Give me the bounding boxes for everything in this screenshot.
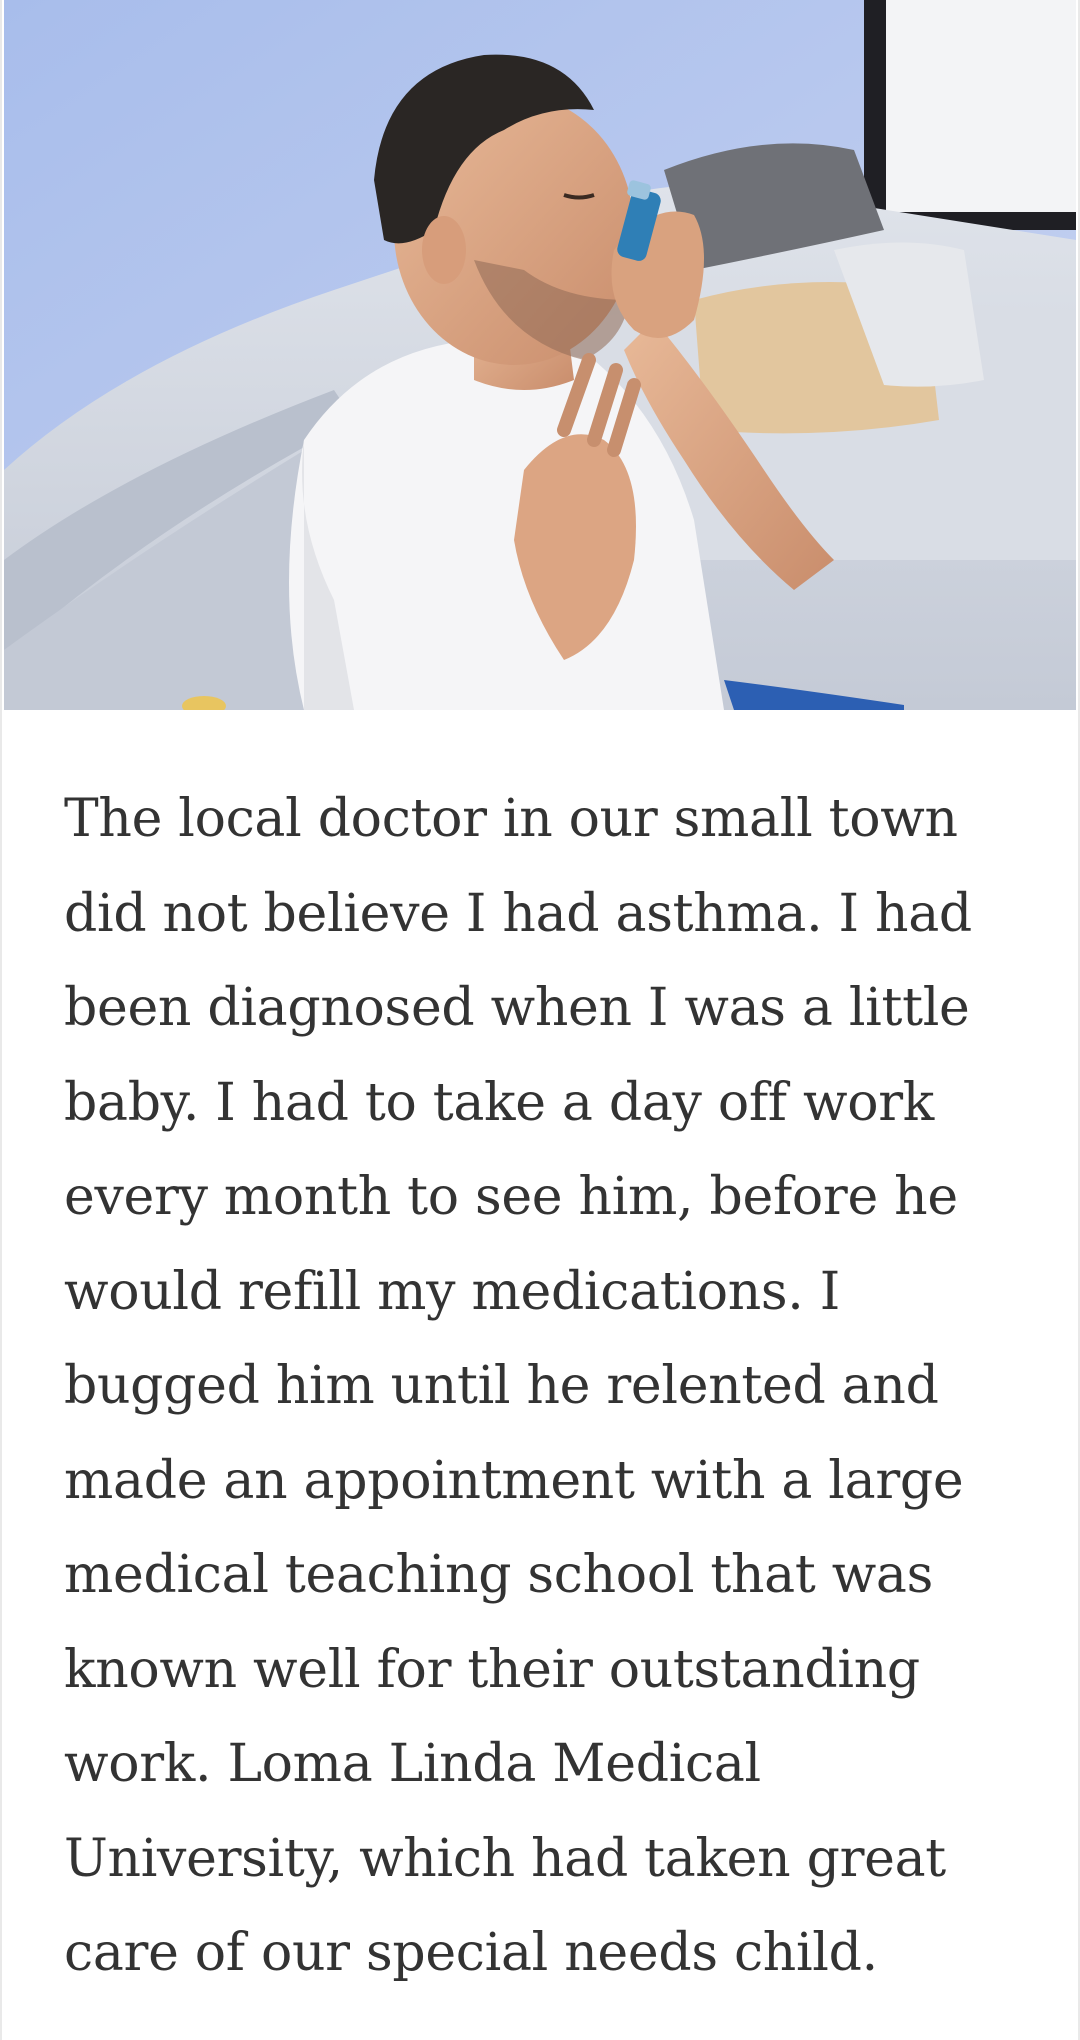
article-page: The local doctor in our small town did n…	[0, 0, 1080, 2040]
inhaler-photo-illustration	[4, 0, 1076, 710]
hero-image	[4, 0, 1076, 710]
article-paragraph: The local doctor in our small town did n…	[64, 789, 972, 1983]
